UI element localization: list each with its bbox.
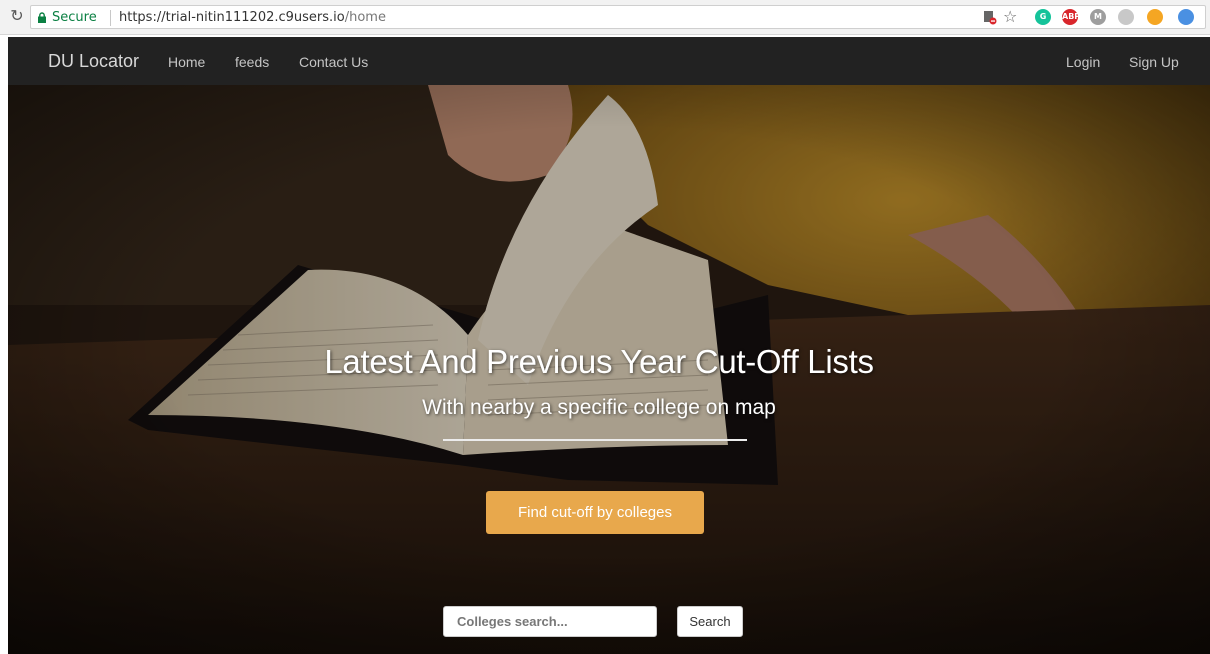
url-path: /home (344, 10, 386, 25)
nav-login[interactable]: Login (1066, 54, 1100, 70)
nav-feeds[interactable]: feeds (235, 54, 269, 70)
url-host: trial-nitin111202.c9users.io (165, 10, 345, 25)
college-search-input[interactable] (443, 606, 657, 637)
nav-home[interactable]: Home (168, 54, 205, 70)
browser-toolbar: ↻ Secure https://trial-nitin111202.c9use… (0, 0, 1210, 35)
close-circle-extension-icon[interactable] (1178, 9, 1194, 25)
lock-icon (38, 12, 46, 23)
blocked-popup-icon[interactable] (983, 10, 997, 25)
globe-extension-icon[interactable] (1118, 9, 1134, 25)
url-text[interactable]: https://trial-nitin111202.c9users.io/hom… (119, 10, 386, 25)
bookmark-star-icon[interactable]: ☆ (1003, 7, 1017, 27)
address-separator (110, 10, 111, 26)
secure-label: Secure (52, 10, 97, 25)
hero-title: Latest And Previous Year Cut-Off Lists (324, 343, 874, 380)
wrench-extension-icon[interactable] (1147, 9, 1163, 25)
reload-icon[interactable]: ↻ (8, 8, 26, 26)
hero-section: Latest And Previous Year Cut-Off Lists W… (8, 85, 1210, 654)
adblock-plus-icon[interactable]: ABP (1062, 9, 1080, 25)
address-bar[interactable]: Secure https://trial-nitin111202.c9users… (30, 5, 1206, 29)
url-scheme: https:// (119, 10, 166, 25)
brand-logo[interactable]: DU Locator (48, 51, 139, 72)
find-cutoff-button[interactable]: Find cut-off by colleges (486, 491, 704, 534)
hero-divider (443, 439, 747, 441)
nav-sign-up[interactable]: Sign Up (1129, 54, 1179, 70)
nav-contact-us[interactable]: Contact Us (299, 54, 368, 70)
site-navbar: DU Locator Home feeds Contact Us Login S… (8, 37, 1210, 85)
grammarly-icon[interactable]: G (1035, 9, 1051, 25)
search-button[interactable]: Search (677, 606, 743, 637)
hero-subtitle: With nearby a specific college on map (422, 396, 776, 419)
extension-m-icon[interactable]: M (1090, 9, 1106, 25)
